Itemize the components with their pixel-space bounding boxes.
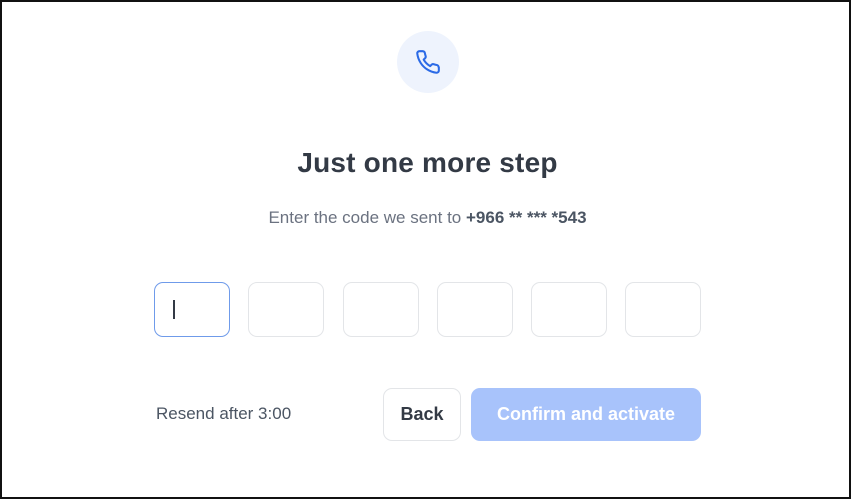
otp-digit-6[interactable] [625,282,701,337]
text-cursor [173,300,175,319]
phone-icon [416,50,440,74]
page-title: Just one more step [297,147,558,178]
back-button[interactable]: Back [383,388,461,441]
otp-digit-5[interactable] [531,282,607,337]
resend-timer: Resend after 3:00 [156,404,292,423]
otp-digit-2[interactable] [248,282,324,337]
verification-dialog: Just one more step Enter the code we sen… [0,0,851,499]
otp-digit-4[interactable] [437,282,513,337]
phone-icon-badge [397,31,459,93]
code-sent-message: Enter the code we sent to +966 ** *** *5… [2,208,851,228]
confirm-and-activate-button[interactable]: Confirm and activate [471,388,701,441]
masked-phone-number: +966 ** *** *543 [466,208,587,227]
otp-digit-1[interactable] [154,282,230,337]
code-sent-prefix: Enter the code we sent to [268,208,462,227]
otp-digit-3[interactable] [343,282,419,337]
